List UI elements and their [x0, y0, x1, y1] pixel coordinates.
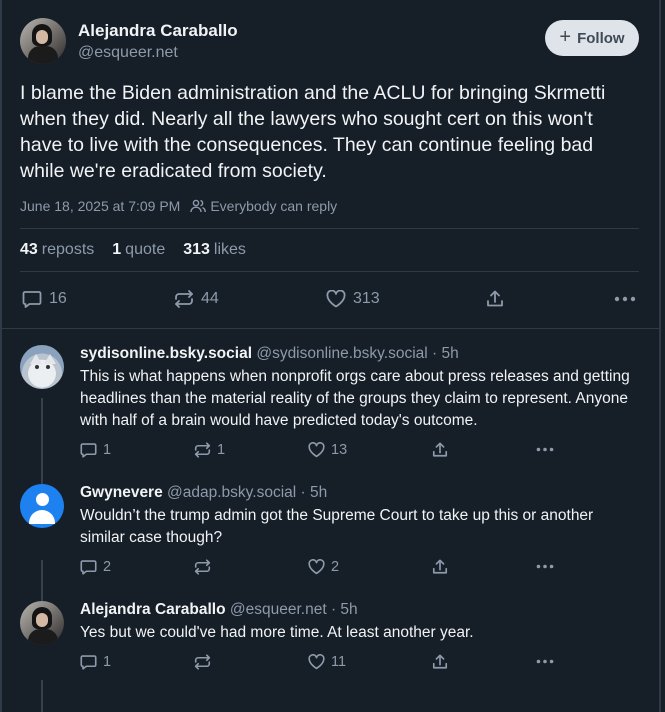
reply-button[interactable]: 16 — [22, 290, 67, 308]
avatar[interactable] — [20, 345, 64, 389]
like-button[interactable]: 313 — [326, 290, 380, 308]
reply-text: Yes but we could've had more time. At le… — [80, 624, 474, 641]
reply-text: This is what happens when nonprofit orgs… — [80, 368, 630, 429]
reply-handle[interactable]: @esqueer.net — [230, 601, 327, 618]
more-options-button[interactable] — [536, 447, 554, 452]
share-upload-icon — [432, 559, 448, 574]
share-button[interactable] — [432, 559, 448, 575]
repost-arrows-icon — [194, 559, 211, 575]
reply-age[interactable]: · 5h — [432, 345, 459, 362]
reply-actions: 2 2 — [80, 549, 639, 585]
reply-header: Alejandra Caraballo @esqueer.net · 5h — [80, 601, 639, 619]
post-meta: June 18, 2025 at 7:09 PM Everybody can r… — [20, 198, 639, 214]
ellipsis-icon — [614, 296, 636, 302]
avatar[interactable] — [20, 18, 66, 64]
thread-line — [41, 680, 43, 712]
reply-handle[interactable]: @adap.bsky.social — [167, 484, 296, 501]
like-button[interactable]: 2 — [308, 559, 339, 575]
reply-post[interactable]: Alejandra Caraballo @esqueer.net · 5h Ye… — [2, 585, 659, 680]
share-button[interactable] — [432, 654, 448, 670]
avatar[interactable] — [20, 601, 64, 645]
speech-bubble-icon — [80, 655, 97, 670]
ellipsis-icon — [536, 564, 554, 569]
plus-icon: + — [559, 26, 572, 48]
reply-header: sydisonline.bsky.social @sydisonline.bsk… — [80, 345, 639, 363]
speech-bubble-icon — [80, 443, 97, 458]
likes-stat[interactable]: 313 likes — [183, 241, 246, 259]
like-button[interactable]: 13 — [308, 442, 347, 458]
heart-icon — [308, 654, 325, 670]
repost-arrows-icon — [194, 442, 211, 458]
reply-display-name[interactable]: sydisonline.bsky.social — [80, 345, 252, 362]
reply-age[interactable]: · 5h — [331, 601, 358, 618]
speech-bubble-icon — [22, 291, 42, 308]
reply-button[interactable]: 2 — [80, 559, 111, 575]
main-post: Alejandra Caraballo @esqueer.net + Follo… — [2, 0, 659, 326]
reply-header: Gwynevere @adap.bsky.social · 5h — [80, 484, 639, 502]
post-text: I blame the Biden administration and the… — [20, 82, 606, 182]
like-button[interactable]: 11 — [308, 654, 346, 670]
share-upload-icon — [432, 442, 448, 457]
heart-icon — [308, 442, 325, 458]
reply-button[interactable]: 1 — [80, 654, 111, 670]
post-actions: 16 44 313 — [20, 272, 639, 326]
more-options-button[interactable] — [614, 296, 636, 302]
reply-handle[interactable]: @sydisonline.bsky.social — [256, 345, 427, 362]
author-handle[interactable]: @esqueer.net — [78, 44, 238, 62]
more-options-button[interactable] — [536, 659, 554, 664]
repost-button[interactable]: 44 — [174, 290, 219, 308]
people-icon — [190, 199, 207, 213]
follow-label: Follow — [577, 29, 625, 47]
default-avatar-icon — [20, 484, 64, 528]
reply-setting[interactable]: Everybody can reply — [210, 198, 337, 214]
speech-bubble-icon — [80, 560, 97, 575]
follow-button[interactable]: + Follow — [545, 20, 639, 56]
reply-actions: 1 1 13 — [80, 432, 639, 468]
quotes-stat[interactable]: 1 quote — [112, 241, 165, 259]
reply-post[interactable]: Gwynevere @adap.bsky.social · 5h Wouldn’… — [2, 468, 659, 585]
repost-button[interactable] — [194, 654, 217, 670]
share-upload-icon — [487, 290, 503, 307]
author-names: Alejandra Caraballo @esqueer.net — [78, 21, 238, 62]
post-stats: 43 reposts 1 quote 313 likes — [20, 229, 639, 271]
reply-actions: 1 11 — [80, 644, 639, 680]
heart-icon — [308, 559, 325, 575]
share-button[interactable] — [432, 442, 448, 458]
reply-text: Wouldn’t the trump admin got the Supreme… — [80, 507, 594, 546]
repost-button[interactable] — [194, 559, 217, 575]
reply-age[interactable]: · 5h — [301, 484, 328, 501]
ellipsis-icon — [536, 659, 554, 664]
repost-count: 44 — [201, 290, 219, 307]
reposts-stat[interactable]: 43 reposts — [20, 241, 94, 259]
like-count: 313 — [353, 290, 380, 307]
ellipsis-icon — [536, 447, 554, 452]
repost-arrows-icon — [175, 290, 193, 308]
avatar[interactable] — [20, 484, 64, 528]
heart-icon — [326, 290, 346, 308]
reply-count: 16 — [49, 290, 67, 307]
reply-post[interactable]: sydisonline.bsky.social @sydisonline.bsk… — [2, 329, 659, 468]
post-timestamp[interactable]: June 18, 2025 at 7:09 PM — [20, 198, 180, 214]
share-upload-icon — [432, 654, 448, 669]
share-button[interactable] — [486, 290, 504, 308]
repost-button[interactable]: 1 — [194, 442, 225, 458]
reply-button[interactable]: 1 — [80, 442, 111, 458]
author-display-name[interactable]: Alejandra Caraballo — [78, 21, 238, 41]
reply-display-name[interactable]: Gwynevere — [80, 484, 163, 501]
repost-arrows-icon — [194, 654, 211, 670]
reply-display-name[interactable]: Alejandra Caraballo — [80, 601, 226, 618]
post-thread-view: Alejandra Caraballo @esqueer.net + Follo… — [0, 0, 661, 712]
more-options-button[interactable] — [536, 564, 554, 569]
